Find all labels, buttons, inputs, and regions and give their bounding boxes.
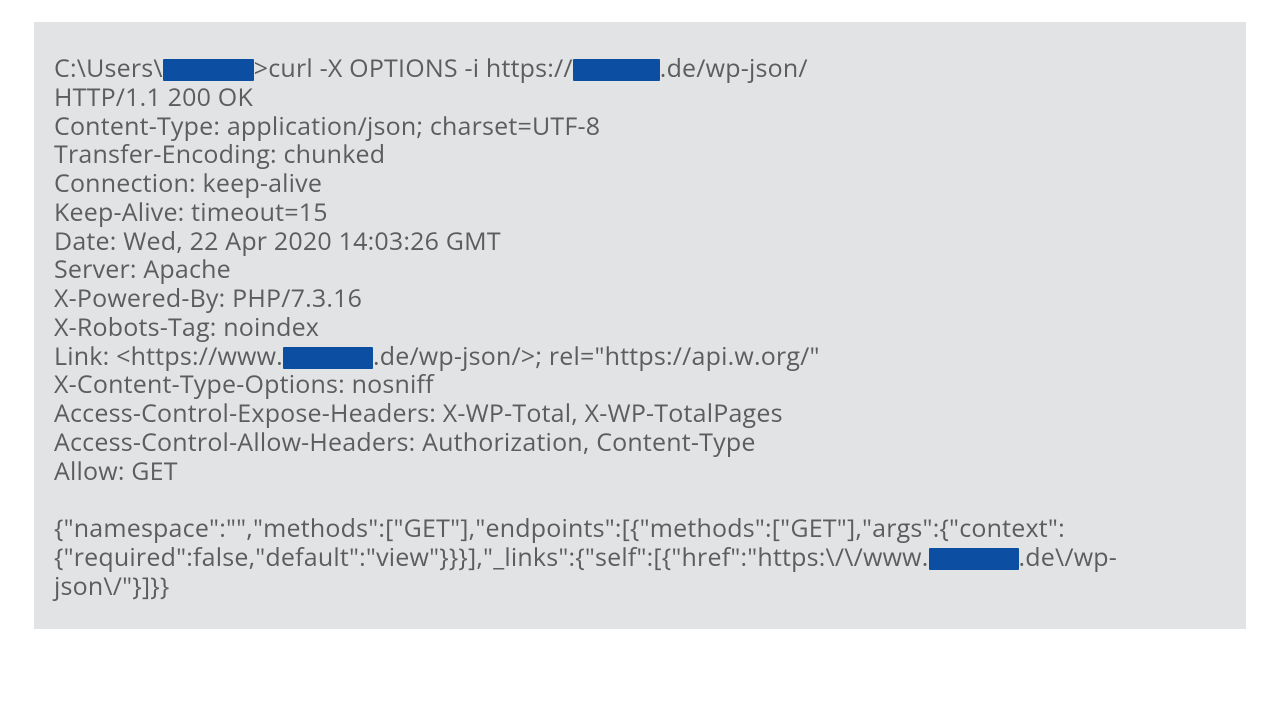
redacted-domain-1	[573, 59, 660, 81]
response-body: {"namespace":"","methods":["GET"],"endpo…	[54, 514, 1226, 600]
header-transfer-encoding: Transfer-Encoding: chunked	[54, 140, 1226, 169]
command-line: C:\Users\>curl -X OPTIONS -i https://.de…	[54, 54, 1226, 83]
header-allow: Allow: GET	[54, 457, 1226, 486]
header-date: Date: Wed, 22 Apr 2020 14:03:26 GMT	[54, 227, 1226, 256]
command-suffix: .de/wp-json/	[660, 51, 808, 85]
redacted-domain-3	[929, 548, 1019, 570]
header-link: Link: <https://www..de/wp-json/>; rel="h…	[54, 342, 1226, 371]
link-suffix: .de/wp-json/>; rel="https://api.w.org/"	[373, 339, 820, 373]
header-x-powered-by: X-Powered-By: PHP/7.3.16	[54, 284, 1226, 313]
header-x-content-type-options: X-Content-Type-Options: nosniff	[54, 370, 1226, 399]
header-status: HTTP/1.1 200 OK	[54, 83, 1226, 112]
blank-line	[54, 485, 1226, 514]
header-content-type: Content-Type: application/json; charset=…	[54, 112, 1226, 141]
redacted-domain-2	[283, 347, 373, 369]
header-ac-expose: Access-Control-Expose-Headers: X-WP-Tota…	[54, 399, 1226, 428]
command-part: >curl -X OPTIONS -i https://	[254, 51, 573, 85]
redacted-username	[163, 59, 254, 81]
terminal-output-block: C:\Users\>curl -X OPTIONS -i https://.de…	[34, 22, 1246, 629]
body-prefix: {"namespace":"","methods":["GET"],"endpo…	[54, 511, 1065, 574]
header-server: Server: Apache	[54, 255, 1226, 284]
header-connection: Connection: keep-alive	[54, 169, 1226, 198]
header-ac-allow: Access-Control-Allow-Headers: Authorizat…	[54, 428, 1226, 457]
header-keep-alive: Keep-Alive: timeout=15	[54, 198, 1226, 227]
header-x-robots-tag: X-Robots-Tag: noindex	[54, 313, 1226, 342]
